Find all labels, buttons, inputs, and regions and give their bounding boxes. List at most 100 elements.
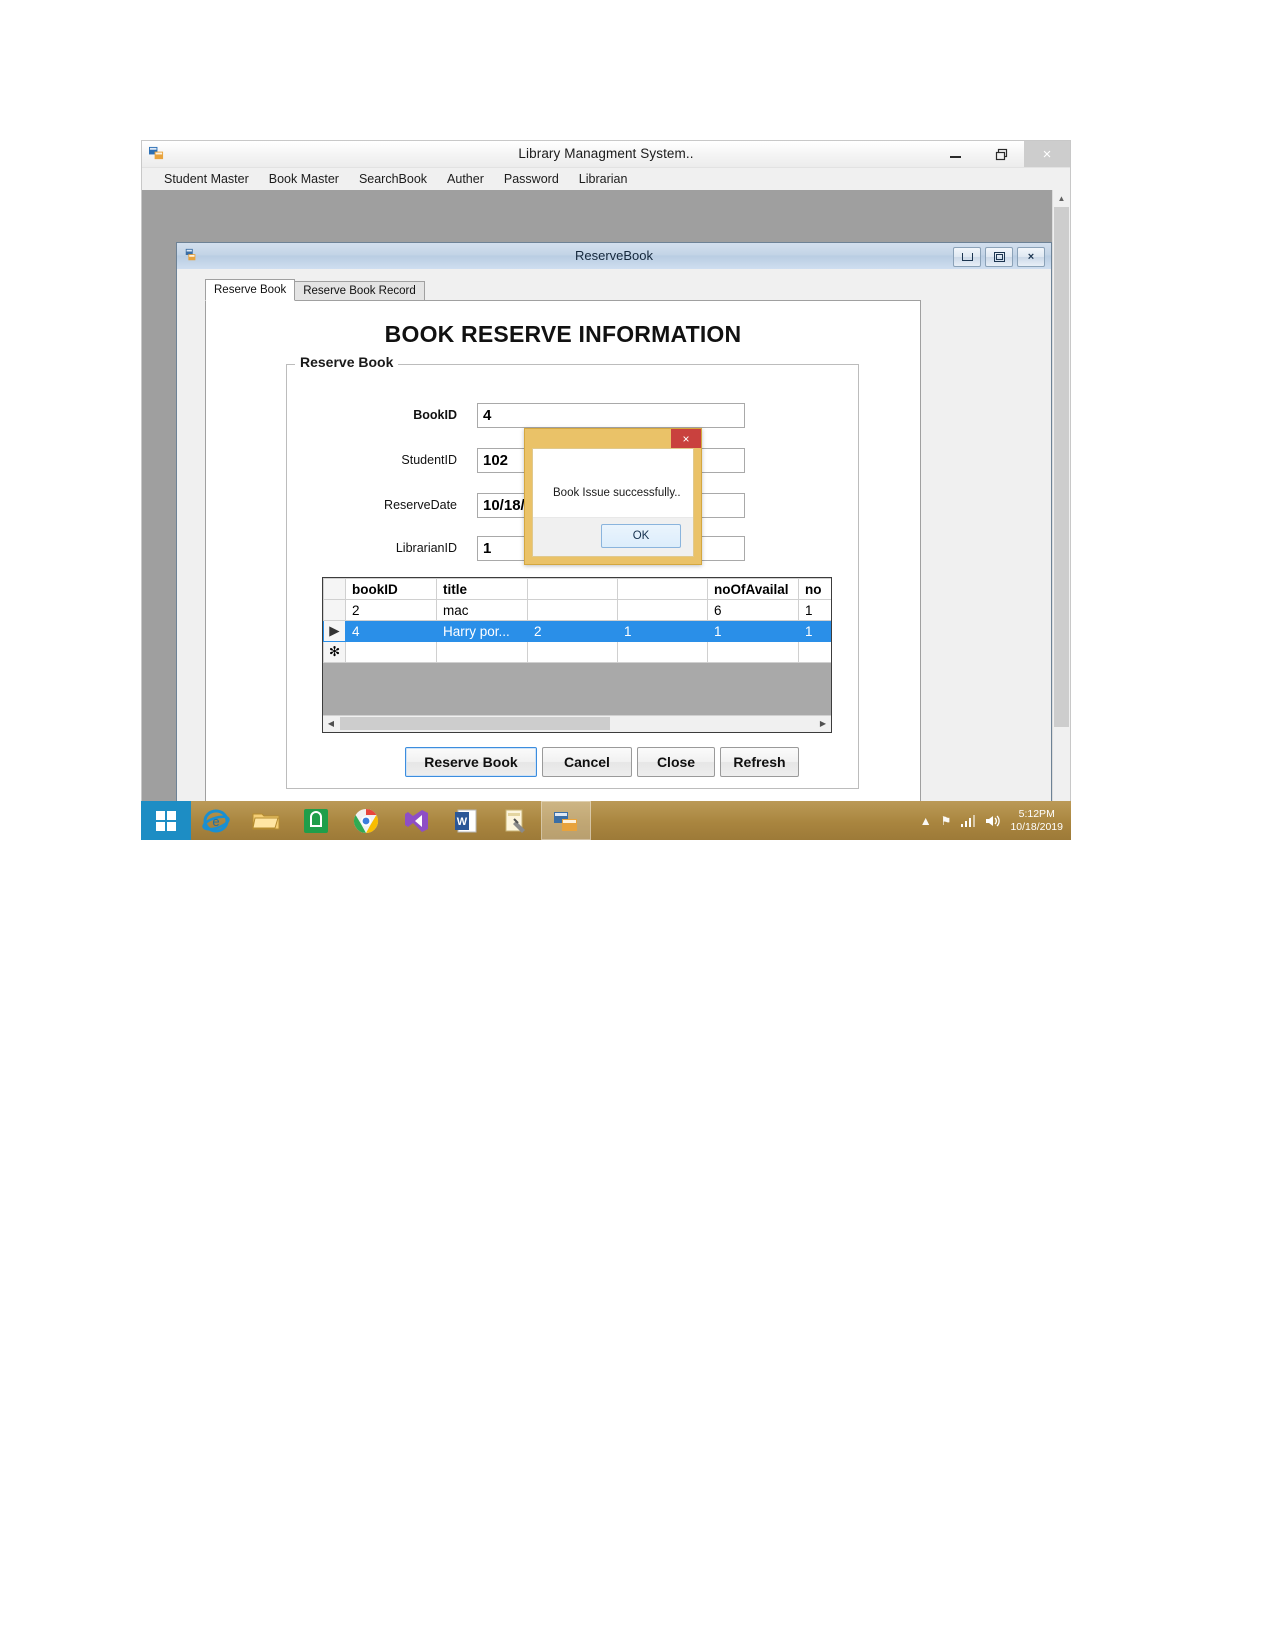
refresh-button[interactable]: Refresh	[720, 747, 799, 777]
windows-start-icon	[156, 810, 176, 831]
taskbar-file-explorer[interactable]	[241, 801, 291, 840]
tab-strip: Reserve Book Reserve Book Record	[205, 279, 921, 302]
column-header-3[interactable]	[527, 578, 618, 600]
scroll-up-icon[interactable]: ▲	[1053, 190, 1070, 207]
menu-item-book-master[interactable]: Book Master	[259, 170, 349, 188]
menu-item-password[interactable]: Password	[494, 170, 569, 188]
row-header-current[interactable]: ▶	[323, 620, 346, 642]
column-header-noofavailal[interactable]: noOfAvailal	[707, 578, 799, 600]
table-row[interactable]: 2 mac 6 1	[323, 599, 831, 621]
reserve-book-button[interactable]: Reserve Book	[405, 747, 537, 777]
cell-col4[interactable]: 1	[617, 620, 708, 642]
taskbar-google-chrome[interactable]	[341, 801, 391, 840]
cell-col3[interactable]	[527, 599, 618, 621]
menu-item-librarian[interactable]: Librarian	[569, 170, 638, 188]
cell-no[interactable]	[798, 641, 831, 663]
cell-title[interactable]	[436, 641, 528, 663]
close-button[interactable]: Close	[637, 747, 715, 777]
child-maximize-button[interactable]	[985, 247, 1013, 267]
application-titlebar: Library Managment System.. ×	[142, 141, 1070, 168]
cell-col4[interactable]	[617, 641, 708, 663]
cell-no[interactable]: 1	[798, 599, 831, 621]
field-row-bookid: BookID	[287, 403, 858, 429]
show-hidden-icons-icon[interactable]: ▲	[920, 814, 932, 828]
windows-taskbar: e W ▲ ⚑ 5:12PM 10/18/2019	[141, 801, 1071, 840]
scroll-right-icon[interactable]: ▶	[815, 716, 831, 731]
network-icon[interactable]	[960, 814, 976, 828]
cell-title[interactable]: Harry por...	[436, 620, 528, 642]
reserve-book-datagrid[interactable]: bookID title noOfAvailal no 2 mac 6 1 ▶ …	[322, 577, 832, 733]
taskbar-word[interactable]: W	[441, 801, 491, 840]
windows-store-icon	[304, 808, 328, 833]
maximize-icon	[995, 148, 1007, 160]
minimize-icon	[961, 253, 973, 261]
cell-noofavailal[interactable]: 6	[707, 599, 799, 621]
taskbar-windows-store[interactable]	[291, 801, 341, 840]
menu-item-student-master[interactable]: Student Master	[154, 170, 259, 188]
cell-title[interactable]: mac	[436, 599, 528, 621]
taskbar-sql-server[interactable]	[491, 801, 541, 840]
label-bookid: BookID	[413, 408, 457, 422]
app-minimize-button[interactable]	[932, 141, 978, 167]
system-tray: ▲ ⚑ 5:12PM 10/18/2019	[920, 801, 1071, 840]
app-close-button[interactable]: ×	[1024, 141, 1070, 167]
column-header-title[interactable]: title	[436, 578, 528, 600]
message-box-footer: OK	[533, 517, 693, 556]
datagrid-table: bookID title noOfAvailal no 2 mac 6 1 ▶ …	[323, 578, 831, 663]
datagrid-header-row: bookID title noOfAvailal no	[323, 578, 831, 600]
child-close-button[interactable]: ×	[1017, 247, 1045, 267]
cell-bookid[interactable]: 4	[345, 620, 437, 642]
column-header-bookid[interactable]: bookID	[345, 578, 437, 600]
tab-reserve-book-record[interactable]: Reserve Book Record	[294, 281, 425, 301]
row-header[interactable]	[323, 599, 346, 621]
menu-item-auther[interactable]: Auther	[437, 170, 494, 188]
page-title: BOOK RESERVE INFORMATION	[384, 321, 742, 347]
cell-bookid[interactable]: 2	[345, 599, 437, 621]
row-header-new[interactable]: ✻	[323, 641, 346, 663]
volume-icon[interactable]	[985, 814, 1001, 828]
taskbar-visual-studio[interactable]	[391, 801, 441, 840]
message-box-ok-button[interactable]: OK	[601, 524, 681, 548]
scroll-left-icon[interactable]: ◀	[323, 716, 339, 731]
cell-no[interactable]: 1	[798, 620, 831, 642]
datagrid-horizontal-scrollbar[interactable]: ◀ ▶	[323, 715, 831, 732]
message-box-content: Book Issue successfully.. OK	[532, 448, 694, 557]
cell-col3[interactable]: 2	[527, 620, 618, 642]
message-box-dialog: × Book Issue successfully.. OK	[524, 428, 702, 565]
taskbar-library-app[interactable]	[541, 801, 591, 840]
column-header-4[interactable]	[617, 578, 708, 600]
table-row[interactable]: ▶ 4 Harry por... 2 1 1 1	[323, 620, 831, 642]
sql-server-icon	[505, 809, 525, 833]
cell-noofavailal[interactable]: 1	[707, 620, 799, 642]
clock[interactable]: 5:12PM 10/18/2019	[1010, 808, 1063, 834]
datagrid-viewport: bookID title noOfAvailal no 2 mac 6 1 ▶ …	[323, 578, 831, 716]
input-bookid[interactable]	[477, 403, 745, 428]
table-row-new[interactable]: ✻	[323, 641, 831, 663]
groupbox-label: Reserve Book	[295, 354, 399, 370]
cell-noofavailal[interactable]	[707, 641, 799, 663]
cell-col3[interactable]	[527, 641, 618, 663]
cell-bookid[interactable]	[345, 641, 437, 663]
select-all-cell[interactable]	[323, 578, 346, 600]
tab-reserve-book[interactable]: Reserve Book	[205, 279, 296, 301]
start-button[interactable]	[141, 801, 191, 840]
mdi-vertical-scrollbar[interactable]: ▲ ▼	[1052, 190, 1070, 839]
close-icon: ×	[682, 431, 690, 446]
file-explorer-icon	[252, 813, 280, 829]
close-icon: ×	[1042, 145, 1052, 163]
cell-col4[interactable]	[617, 599, 708, 621]
message-box-close-button[interactable]: ×	[671, 429, 701, 448]
scrollbar-thumb[interactable]	[340, 717, 610, 730]
menu-item-searchbook[interactable]: SearchBook	[349, 170, 437, 188]
message-box-text: Book Issue successfully..	[553, 487, 681, 499]
visual-studio-icon	[405, 809, 428, 832]
word-icon: W	[455, 809, 477, 832]
cancel-button[interactable]: Cancel	[542, 747, 632, 777]
clock-time: 5:12PM	[1018, 807, 1055, 820]
app-maximize-button[interactable]	[978, 141, 1024, 167]
column-header-no[interactable]: no	[798, 578, 831, 600]
action-flag-icon[interactable]: ⚑	[941, 814, 952, 828]
child-minimize-button[interactable]	[953, 247, 981, 267]
scrollbar-thumb[interactable]	[1054, 207, 1069, 727]
taskbar-internet-explorer[interactable]: e	[191, 801, 241, 840]
